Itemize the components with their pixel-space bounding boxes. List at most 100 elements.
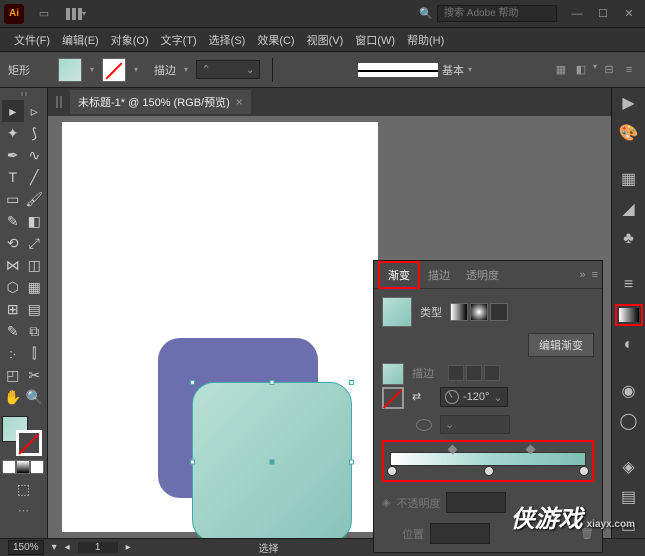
panel-menu-icon[interactable]: ≡ <box>592 269 598 281</box>
menu-file[interactable]: 文件(F) <box>8 32 56 48</box>
line-tool[interactable]: ╱ <box>24 166 46 188</box>
reverse-gradient-icon[interactable]: ⇄ <box>412 390 432 404</box>
perspective-tool[interactable]: ▦ <box>24 276 46 298</box>
pick-color-icon[interactable]: ◈ <box>382 496 390 509</box>
nav-next-icon[interactable]: ▸ <box>126 542 131 553</box>
color-mode-solid[interactable] <box>2 460 16 474</box>
selection-tool[interactable]: ▸ <box>2 100 24 122</box>
type-tool[interactable]: T <box>2 166 24 188</box>
stroke-align-2-icon[interactable] <box>466 365 482 381</box>
search-input[interactable] <box>437 5 557 22</box>
color-mode-gradient[interactable] <box>16 460 30 474</box>
artboard-nav[interactable]: 1 <box>78 542 118 553</box>
menu-window[interactable]: 窗口(W) <box>349 32 401 48</box>
radial-gradient-icon[interactable] <box>470 303 488 321</box>
menu-effect[interactable]: 效果(C) <box>251 32 300 48</box>
shaper-tool[interactable]: ✎ <box>2 210 24 232</box>
color-mode-none[interactable] <box>30 460 44 474</box>
close-button[interactable]: ✕ <box>617 4 641 24</box>
gradient-preview-swatch[interactable] <box>382 297 412 327</box>
chevron-down-icon[interactable]: ▾ <box>134 65 138 74</box>
free-transform-tool[interactable]: ◫ <box>24 254 46 276</box>
collapse-icon[interactable]: » <box>579 269 585 281</box>
layers-panel-icon[interactable]: ◈ <box>617 455 641 477</box>
edit-gradient-button[interactable]: 编辑渐变 <box>528 333 594 357</box>
chevron-down-icon[interactable]: ▾ <box>184 65 188 74</box>
tab-gradient[interactable]: 渐变 <box>378 261 420 289</box>
gradient-panel-button[interactable] <box>615 304 643 326</box>
fill-stroke-indicator[interactable] <box>2 416 42 456</box>
edit-toolbar-icon[interactable]: ⋯ <box>2 504 45 517</box>
brushes-panel-icon[interactable]: ◢ <box>617 198 641 220</box>
stroke-swatch[interactable] <box>102 58 126 82</box>
pen-tool[interactable]: ✒ <box>2 144 24 166</box>
color-panel-icon[interactable]: 🎨 <box>617 122 641 144</box>
swatches-panel-icon[interactable]: ▦ <box>617 168 641 190</box>
width-tool[interactable]: ⋈ <box>2 254 24 276</box>
graph-tool[interactable]: ⫿ <box>24 342 46 364</box>
chevron-down-icon[interactable]: ▾ <box>468 65 472 74</box>
stroke-align-3-icon[interactable] <box>484 365 500 381</box>
menu-icon[interactable]: ≡ <box>621 62 637 78</box>
gradient-tool[interactable]: ▤ <box>24 298 46 320</box>
minimize-button[interactable]: — <box>565 4 589 24</box>
shape-builder-tool[interactable]: ⬡ <box>2 276 24 298</box>
stroke-swatch-small[interactable] <box>382 387 404 409</box>
arrange-documents-icon[interactable] <box>66 8 82 20</box>
brush-swatch[interactable] <box>358 63 438 77</box>
tab-transparency[interactable]: 透明度 <box>458 263 507 287</box>
gradient-slider[interactable] <box>382 440 594 482</box>
slice-tool[interactable]: ✂ <box>24 364 46 386</box>
freeform-gradient-icon[interactable] <box>490 303 508 321</box>
close-tab-icon[interactable]: × <box>236 95 243 109</box>
position-input[interactable] <box>430 523 490 544</box>
properties-panel-icon[interactable]: ▶ <box>617 92 641 114</box>
stroke-color-icon[interactable] <box>16 430 42 456</box>
angle-input[interactable]: -120° ⌄ <box>440 387 508 407</box>
eyedropper-tool[interactable]: ✎ <box>2 320 24 342</box>
symbols-panel-icon[interactable]: ♣ <box>617 228 641 250</box>
rotate-tool[interactable]: ⟲ <box>2 232 24 254</box>
aspect-ratio-icon[interactable] <box>416 419 432 431</box>
chevron-down-icon[interactable]: ▾ <box>52 542 57 553</box>
magic-wand-tool[interactable]: ✦ <box>2 122 24 144</box>
eraser-tool[interactable]: ◧ <box>24 210 46 232</box>
menu-help[interactable]: 帮助(H) <box>401 32 450 48</box>
scale-tool[interactable]: ⤢ <box>24 232 46 254</box>
fill-swatch[interactable] <box>58 58 82 82</box>
menu-object[interactable]: 对象(O) <box>105 32 155 48</box>
chevron-down-icon[interactable]: ▾ <box>593 62 597 78</box>
artboard-tool[interactable]: ◰ <box>2 364 24 386</box>
stroke-weight-stepper[interactable]: ⌃⌄ <box>196 60 260 79</box>
chevron-down-icon[interactable]: ▾ <box>90 65 94 74</box>
menu-select[interactable]: 选择(S) <box>203 32 252 48</box>
curvature-tool[interactable]: ∿ <box>24 144 46 166</box>
appearance-panel-icon[interactable]: ◉ <box>617 380 641 402</box>
paintbrush-tool[interactable]: 🖌 <box>24 188 46 210</box>
align-icon[interactable]: ⊟ <box>601 62 617 78</box>
hand-tool[interactable]: ✋ <box>2 386 24 408</box>
menu-edit[interactable]: 编辑(E) <box>56 32 105 48</box>
rectangle-tool[interactable]: ▭ <box>2 188 24 210</box>
nav-prev-icon[interactable]: ◂ <box>65 542 70 553</box>
opacity-input[interactable] <box>446 492 506 513</box>
search-icon[interactable]: 🔍 <box>419 7 433 20</box>
zoom-tool[interactable]: 🔍 <box>24 386 46 408</box>
style-icon[interactable]: ▦ <box>553 62 569 78</box>
blend-tool[interactable]: ⧉ <box>24 320 46 342</box>
maximize-button[interactable]: ☐ <box>591 4 615 24</box>
fill-swatch-small[interactable] <box>382 363 404 385</box>
screen-mode-tool[interactable]: ⬚ <box>13 478 35 500</box>
mesh-tool[interactable]: ⊞ <box>2 298 24 320</box>
document-tab[interactable]: 未标题-1* @ 150% (RGB/预览) × <box>70 90 251 114</box>
tab-stroke[interactable]: 描边 <box>420 263 458 287</box>
direct-selection-tool[interactable]: ▹ <box>24 100 46 122</box>
menu-type[interactable]: 文字(T) <box>155 32 203 48</box>
stroke-panel-icon[interactable]: ≡ <box>617 274 641 296</box>
symbol-sprayer-tool[interactable]: ჻ <box>2 342 24 364</box>
ratio-input[interactable]: ⌄ <box>440 415 510 434</box>
menu-view[interactable]: 视图(V) <box>301 32 350 48</box>
linear-gradient-icon[interactable] <box>450 303 468 321</box>
teal-rectangle-shape[interactable] <box>192 382 352 538</box>
opacity-icon[interactable]: ◧ <box>573 62 589 78</box>
